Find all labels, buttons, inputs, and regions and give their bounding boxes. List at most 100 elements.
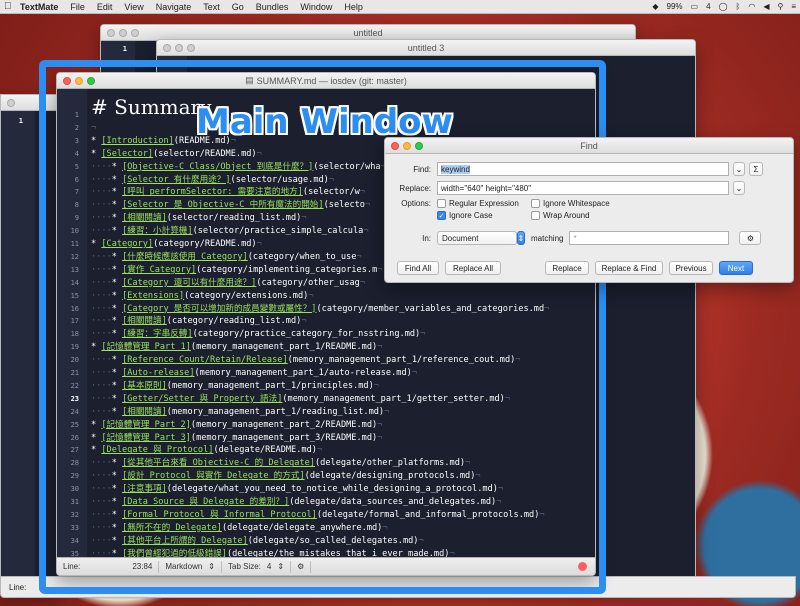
wifi-icon[interactable]: ◠ <box>748 2 755 11</box>
gear-icon[interactable]: ⚙ <box>297 562 304 571</box>
code-line[interactable]: ····* [相關閱讀](memory_management_part_1/re… <box>91 406 389 418</box>
dropbox-icon[interactable]: ◆ <box>652 2 658 11</box>
battery-icon[interactable]: ▭ <box>691 2 699 11</box>
code-line[interactable]: ¬ <box>91 122 96 134</box>
link-text: [記憶體管理 Part 2] <box>101 419 191 430</box>
code-line[interactable]: ····* [練習：字串反轉](category/practice_catego… <box>91 328 425 340</box>
code-line[interactable]: ····* [其他平台上所謂的 Delegate](delegate/so_ca… <box>91 535 424 547</box>
link-text: [Category 還可以有什麼用途？] <box>122 277 257 288</box>
code-line[interactable]: ····* [Category 還可以有什麼用途？](category/othe… <box>91 277 365 289</box>
language-selector[interactable]: Markdown <box>165 562 202 571</box>
in-select[interactable]: Document <box>437 231 517 245</box>
code-line[interactable]: ····* [Extensions](category/extensions.m… <box>91 290 314 302</box>
bluetooth-icon[interactable]: ᛒ <box>736 2 741 11</box>
wrap-around-label: Wrap Around <box>543 211 590 220</box>
code-line[interactable]: * [Delegate 與 Protocol](delegate/README.… <box>91 444 322 456</box>
close-button[interactable] <box>63 77 71 85</box>
gear-menu-button[interactable]: ⚙ <box>739 231 762 245</box>
indent-guide: ···· <box>91 213 112 224</box>
sigma-button[interactable]: Σ <box>749 162 763 176</box>
code-line[interactable]: ····* [從其他平台來看 Objective-C 的 Delegate](d… <box>91 457 470 469</box>
in-select-chevron[interactable]: ⇕ <box>517 231 525 245</box>
code-line[interactable]: ····* [設計 Protocol 與實作 Delegate 的方式](del… <box>91 470 481 482</box>
code-line[interactable]: * [Category](category/README.md)¬ <box>91 238 262 250</box>
line-number: 26 <box>70 433 79 442</box>
code-line[interactable]: ····* [什麼時候應該使用 Category](category/when_… <box>91 251 362 263</box>
window-left[interactable]: 1 <box>0 94 60 594</box>
regex-checkbox[interactable] <box>437 199 446 208</box>
code-line[interactable]: ····* [Reference Count/Retain/Release](m… <box>91 354 520 366</box>
menu-navigate[interactable]: Navigate <box>156 2 192 12</box>
record-icon[interactable] <box>578 562 587 571</box>
list-icon[interactable]: ≡ <box>791 2 796 11</box>
code-line[interactable]: * [記憶體管理 Part 2](memory_management_part_… <box>91 419 382 431</box>
menu-app[interactable]: TextMate <box>20 2 58 12</box>
code-line[interactable]: * [記憶體管理 Part 3](memory_management_part_… <box>91 432 382 444</box>
code-line[interactable]: ····* [相關閱讀](selector/reading_list.md)¬ <box>91 212 307 224</box>
code-line[interactable]: ····* [Getter/Setter 與 Property 語法](memo… <box>91 393 510 405</box>
menu-go[interactable]: Go <box>232 2 244 12</box>
matching-label: matching <box>531 233 564 243</box>
replace-and-find-button[interactable]: Replace & Find <box>595 261 663 275</box>
code-line[interactable]: ····* [實作 Category](category/implementin… <box>91 264 382 276</box>
find-panel[interactable]: Find Find: keywind ⌄ Σ Replace: width="6… <box>384 137 794 283</box>
line-number: 8 <box>74 201 79 210</box>
volume-icon[interactable]: ◀ <box>763 2 769 11</box>
code-line[interactable]: ····* [Selector 是 Objective-C 中所有魔法的開始](… <box>91 199 370 211</box>
code-line[interactable]: * [Selector](selector/README.md)¬ <box>91 148 262 160</box>
zoom-button[interactable] <box>87 77 95 85</box>
menu-help[interactable]: Help <box>344 2 363 12</box>
link-text: [Objective-C Class/Object 到底是什麼？] <box>122 161 314 172</box>
menu-bundles[interactable]: Bundles <box>256 2 289 12</box>
matching-input[interactable]: * <box>569 231 730 245</box>
code-line[interactable]: ····* [Selector 有什麼用途？](selector/usage.m… <box>91 174 334 186</box>
menu-view[interactable]: View <box>124 2 143 12</box>
bullet-marker: * <box>111 316 123 327</box>
code-line[interactable]: ····* [Formal Protocol 與 Informal Protoc… <box>91 509 545 521</box>
wrap-around-checkbox[interactable] <box>531 211 540 220</box>
menu-edit[interactable]: Edit <box>97 2 113 12</box>
menu-file[interactable]: File <box>70 2 85 12</box>
ignore-case-checkbox[interactable]: ✓ <box>437 211 446 220</box>
status-line-label: Line: <box>9 582 27 592</box>
line-number: 32 <box>70 510 79 519</box>
indent-guide: ···· <box>91 484 112 495</box>
zoom-button[interactable] <box>415 142 423 150</box>
code-line[interactable]: * [記憶體管理 Part 1](memory_management_part_… <box>91 341 382 353</box>
chat-icon[interactable]: ◯ <box>719 2 728 11</box>
bullet-marker: * <box>91 135 102 146</box>
status-line-value[interactable]: 23:84 <box>132 562 152 571</box>
search-icon[interactable]: ⚲ <box>777 2 783 11</box>
previous-button[interactable]: Previous <box>669 261 713 275</box>
code-line[interactable]: ····* [Objective-C Class/Object 到底是什麼？](… <box>91 161 386 173</box>
minimize-button[interactable] <box>403 142 411 150</box>
code-line[interactable]: ····* [注意事項](delegate/what_you_need_to_n… <box>91 483 503 495</box>
find-history-button[interactable]: ⌄ <box>733 162 745 176</box>
replace-input[interactable]: width="640" height="480" <box>437 181 729 195</box>
replace-button[interactable]: Replace <box>545 261 589 275</box>
menu-text[interactable]: Text <box>203 2 220 12</box>
apple-icon[interactable]:  <box>4 1 14 12</box>
minimize-button[interactable] <box>75 77 83 85</box>
close-button[interactable] <box>391 142 399 150</box>
code-line[interactable]: ····* [Data Source 與 Delegate 的差別？](dele… <box>91 496 501 508</box>
link-url: (delegate/data_sources_and_delegates.md) <box>289 497 497 507</box>
main-window-annotation: Main Window <box>196 102 453 142</box>
find-all-button[interactable]: Find All <box>397 261 439 275</box>
code-line[interactable]: ····* [我們曾經犯過的低級錯誤](delegate/the_mistake… <box>91 548 455 557</box>
replace-history-button[interactable]: ⌄ <box>733 181 745 195</box>
next-button[interactable]: Next <box>719 261 753 275</box>
replace-all-button[interactable]: Replace All <box>445 261 501 275</box>
code-line[interactable]: ····* [基本原則](memory_management_part_1/pr… <box>91 380 379 392</box>
code-line[interactable]: ····* [呼叫 performSelector: 需要注意的地方](sele… <box>91 186 365 198</box>
menu-window[interactable]: Window <box>300 2 332 12</box>
tab-size-value[interactable]: 4 <box>267 562 271 571</box>
line-number: 27 <box>70 446 79 455</box>
code-line[interactable]: ····* [練習：小計算機](selector/practice_simple… <box>91 225 369 237</box>
code-line[interactable]: ····* [無所不在的 Delegate](delegate/delegate… <box>91 522 388 534</box>
find-input[interactable]: keywind <box>437 162 729 176</box>
code-line[interactable]: ····* [Category 是否可以增加新的成員變數或屬性？](catego… <box>91 303 549 315</box>
code-line[interactable]: ····* [Auto-release](memory_management_p… <box>91 367 417 379</box>
ignore-whitespace-checkbox[interactable] <box>531 199 540 208</box>
code-line[interactable]: ····* [相關閱讀](category/reading_list.md)¬ <box>91 315 307 327</box>
